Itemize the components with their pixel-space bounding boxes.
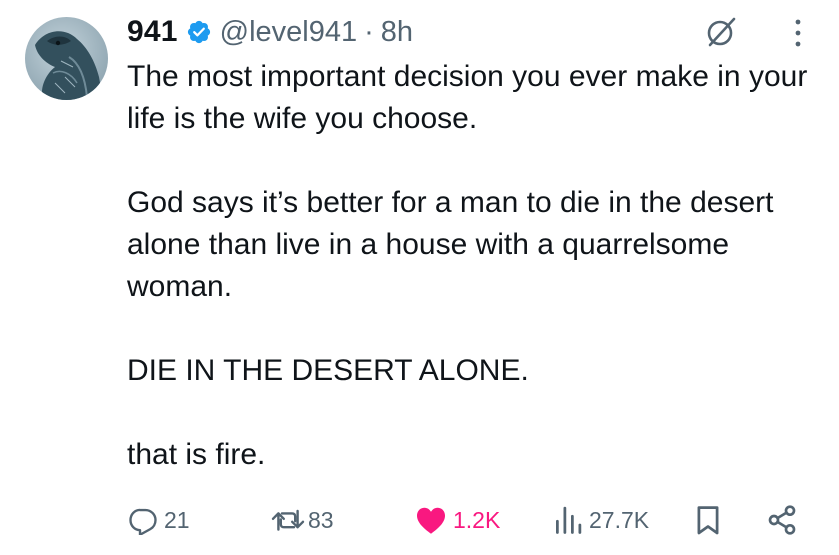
action-bar: 21 83 1.2K 27.7K [0, 500, 839, 540]
separator-dot: · [364, 15, 374, 48]
share-icon [768, 505, 796, 535]
like-count: 1.2K [453, 506, 501, 533]
tweet-paragraph: that is fire. [127, 438, 266, 471]
tweet-paragraph: God says it’s better for a man to die in… [127, 186, 774, 303]
reply-icon [129, 508, 157, 535]
tweet-header: 941 @level941 · 8h [127, 12, 413, 52]
share-button[interactable] [766, 500, 798, 540]
views-count: 27.7K [589, 506, 650, 533]
repost-icon [271, 509, 305, 531]
heart-icon [417, 507, 445, 534]
bookmark-icon [697, 506, 719, 535]
more-vertical-icon[interactable] [783, 16, 813, 50]
grok-icon[interactable] [704, 15, 738, 49]
reply-count: 21 [164, 506, 190, 533]
tweet-paragraph: DIE IN THE DESERT ALONE. [127, 354, 529, 387]
display-name[interactable]: 941 [127, 15, 178, 49]
repost-count: 83 [308, 506, 334, 533]
like-button[interactable]: 1.2K [415, 500, 500, 540]
reply-button[interactable]: 21 [128, 500, 190, 540]
author-handle[interactable]: @level941 [220, 16, 357, 49]
avatar[interactable] [25, 17, 108, 100]
views-icon [556, 506, 582, 534]
timestamp[interactable]: 8h [381, 16, 413, 49]
repost-button[interactable]: 83 [270, 500, 334, 540]
views-button[interactable]: 27.7K [553, 500, 649, 540]
bookmark-button[interactable] [695, 500, 721, 540]
tweet-text: The most important decision you ever mak… [127, 56, 832, 476]
tweet: 941 @level941 · 8h The most important de… [0, 0, 839, 555]
tweet-paragraph: The most important decision you ever mak… [127, 60, 808, 135]
verified-badge-icon [186, 19, 212, 45]
